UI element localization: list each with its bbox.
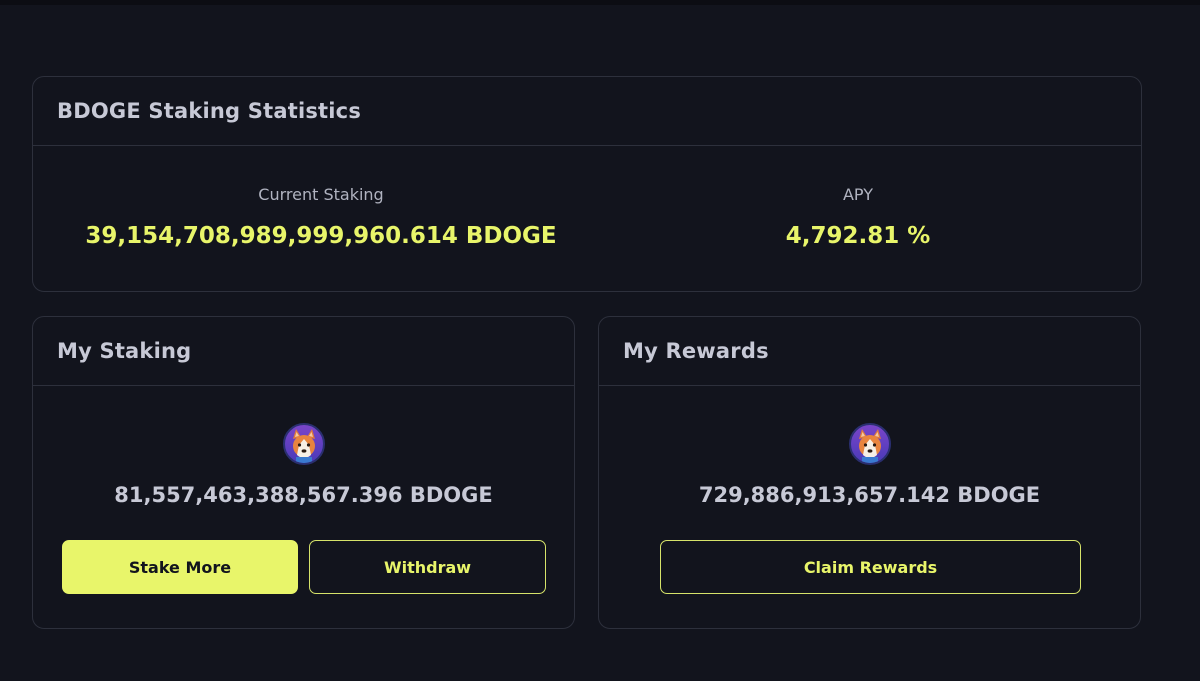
current-staking-stat: Current Staking 39,154,708,989,999,960.6…	[51, 146, 591, 249]
claim-rewards-button[interactable]: Claim Rewards	[660, 540, 1081, 594]
bdoge-shiba-icon	[283, 423, 325, 465]
staking-statistics-title: BDOGE Staking Statistics	[33, 77, 1141, 146]
stake-more-button[interactable]: Stake More	[62, 540, 298, 594]
withdraw-button[interactable]: Withdraw	[309, 540, 546, 594]
top-bar	[0, 0, 1200, 5]
apy-value: 4,792.81 %	[785, 223, 931, 249]
my-rewards-title: My Rewards	[599, 317, 1140, 386]
my-rewards-amount: 729,886,913,657.142 BDOGE	[698, 483, 1041, 507]
my-rewards-card: My Rewards 729,886,913,657.142 BDOGE Cla…	[598, 316, 1141, 629]
apy-stat: APY 4,792.81 %	[588, 146, 1128, 249]
apy-label: APY	[842, 185, 873, 204]
bdoge-shiba-icon	[849, 423, 891, 465]
my-staking-title: My Staking	[33, 317, 574, 386]
current-staking-value: 39,154,708,989,999,960.614 BDOGE	[85, 223, 557, 249]
my-staking-amount: 81,557,463,388,567.396 BDOGE	[114, 483, 493, 507]
current-staking-label: Current Staking	[258, 185, 384, 204]
staking-statistics-card: BDOGE Staking Statistics Current Staking…	[32, 76, 1142, 292]
my-staking-card: My Staking 81,557,463,388,567.396 BDOGE …	[32, 316, 575, 629]
